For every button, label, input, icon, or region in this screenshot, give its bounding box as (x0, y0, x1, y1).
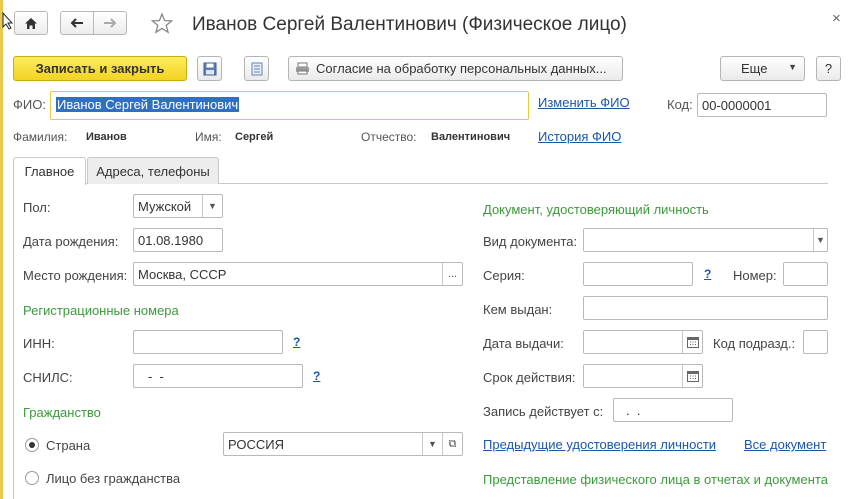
page-title: Иванов Сергей Валентинович (Физическое л… (192, 14, 627, 35)
document-list-button[interactable] (244, 56, 269, 81)
patronymic-label: Отчество: (361, 130, 417, 144)
chevron-down-icon: ▼ (202, 195, 222, 217)
dept-code-input[interactable] (803, 330, 828, 354)
document-section: Документ, удостоверяющий личность (483, 202, 709, 217)
fio-value: Иванов Сергей Валентинович (56, 97, 240, 112)
number-input[interactable] (783, 262, 828, 286)
help-button[interactable]: ? (816, 56, 841, 81)
more-label: Еще (741, 61, 768, 76)
record-valid-label: Запись действует с: (483, 404, 604, 419)
home-icon (25, 17, 37, 29)
forward-button[interactable] (93, 11, 127, 35)
list-icon (251, 62, 262, 75)
gender-label: Пол: (23, 200, 51, 215)
series-label: Серия: (483, 268, 525, 283)
fio-input[interactable]: Иванов Сергей Валентинович (50, 91, 529, 120)
country-select[interactable]: РОССИЯ ⧉ ▼ (223, 432, 463, 456)
stateless-label: Лицо без гражданства (46, 471, 181, 486)
back-button[interactable] (60, 11, 94, 35)
country-label: Страна (46, 438, 91, 453)
more-button[interactable]: Еще ▼ (720, 56, 805, 81)
stateless-radio[interactable] (25, 471, 39, 485)
all-documents-link[interactable]: Все документ (744, 437, 828, 452)
cursor-icon (2, 11, 14, 30)
country-radio[interactable] (25, 438, 39, 452)
arrow-right-icon (104, 18, 117, 28)
birthplace-input[interactable]: Москва, СССР ... (133, 262, 463, 286)
change-fio-link[interactable]: Изменить ФИО (538, 95, 630, 110)
patronymic-value: Валентинович (431, 131, 511, 143)
home-button[interactable] (14, 11, 48, 35)
history-fio-link[interactable]: История ФИО (538, 129, 621, 144)
surname-value: Иванов (86, 131, 127, 143)
calendar-icon[interactable] (682, 331, 702, 353)
floppy-disk-icon (203, 62, 216, 75)
previous-ids-link[interactable]: Предыдущие удостоверения личности (483, 437, 716, 452)
snils-help-link[interactable]: ? (313, 369, 320, 383)
series-help-link[interactable]: ? (704, 267, 711, 281)
issued-by-label: Кем выдан: (483, 302, 553, 317)
doc-type-label: Вид документа: (483, 234, 578, 249)
open-icon[interactable]: ⧉ (442, 433, 462, 455)
citizenship-section: Гражданство (23, 405, 101, 420)
ellipsis-button[interactable]: ... (442, 263, 462, 285)
tab-addresses-phones[interactable]: Адреса, телефоны (87, 157, 219, 184)
close-button[interactable]: × (832, 10, 841, 27)
window-left-edge (0, 0, 3, 499)
chevron-down-icon: ▼ (788, 62, 797, 72)
save-button[interactable] (197, 56, 222, 81)
valid-input[interactable]: . . (583, 364, 703, 388)
valid-value: . . (603, 384, 617, 387)
name-label: Имя: (195, 130, 222, 144)
calendar-icon[interactable] (682, 365, 702, 387)
representation-section: Представление физического лица в отчетах… (483, 472, 828, 487)
arrow-left-icon (70, 18, 83, 28)
inn-help-link[interactable]: ? (293, 335, 300, 349)
surname-label: Фамилия: (13, 130, 68, 144)
name-value: Сергей (235, 131, 274, 143)
inn-label: ИНН: (23, 336, 55, 351)
country-value: РОССИЯ (228, 437, 285, 452)
doc-type-select[interactable]: ▼ (583, 228, 828, 252)
birthdate-label: Дата рождения: (23, 234, 119, 249)
code-input[interactable]: 00-0000001 (697, 93, 827, 117)
code-label: Код: (667, 97, 693, 112)
record-valid-input[interactable]: . . (613, 398, 733, 422)
number-label: Номер: (733, 268, 777, 283)
inn-input[interactable] (133, 330, 283, 354)
valid-label: Срок действия: (483, 370, 576, 385)
issued-by-input[interactable] (583, 296, 828, 320)
issue-date-value: . . (603, 350, 617, 353)
snils-input[interactable]: - - (133, 364, 303, 388)
gender-select[interactable]: Мужской ▼ (133, 194, 223, 218)
reg-numbers-section: Регистрационные номера (23, 303, 179, 318)
fio-label: ФИО: (13, 97, 46, 112)
issue-date-input[interactable]: . . (583, 330, 703, 354)
birthdate-input[interactable]: 01.08.1980 (133, 228, 223, 252)
consent-button[interactable]: Согласие на обработку персональных данны… (288, 56, 623, 81)
chevron-down-icon: ▼ (813, 229, 827, 251)
favorite-star-icon[interactable] (150, 12, 174, 37)
birthplace-label: Место рождения: (23, 268, 128, 283)
tab-main[interactable]: Главное (13, 157, 86, 185)
printer-icon (296, 62, 309, 75)
issue-date-label: Дата выдачи: (483, 336, 564, 351)
consent-label: Согласие на обработку персональных данны… (316, 61, 607, 76)
save-and-close-button[interactable]: Записать и закрыть (13, 56, 187, 81)
birthplace-value: Москва, СССР (138, 267, 227, 282)
dept-code-label: Код подразд.: (713, 336, 796, 351)
gender-value: Мужской (138, 199, 192, 214)
series-input[interactable] (583, 262, 693, 286)
snils-label: СНИЛС: (23, 370, 73, 385)
chevron-down-icon[interactable]: ▼ (422, 433, 442, 455)
